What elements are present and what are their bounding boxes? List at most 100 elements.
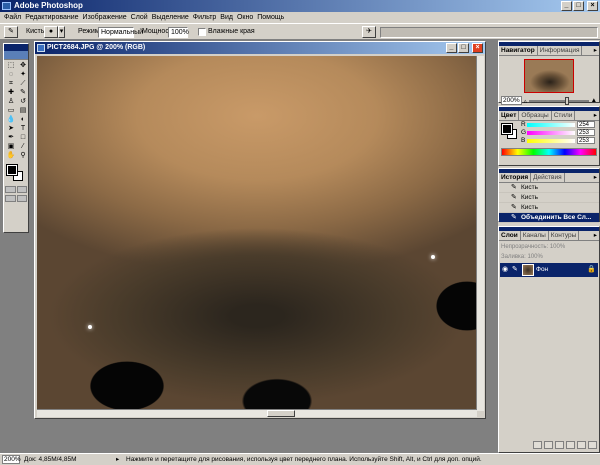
- menu-window[interactable]: Окно: [237, 12, 257, 23]
- pen-tool-icon[interactable]: ✒: [5, 133, 17, 142]
- standard-mode-icon[interactable]: [5, 186, 16, 193]
- move-tool-icon[interactable]: ✥: [17, 61, 29, 70]
- type-tool-icon[interactable]: T: [17, 124, 29, 133]
- document-title-bar[interactable]: PICT2684.JPG @ 200% (RGB) _ □ ×: [35, 42, 485, 54]
- color-spectrum-ramp[interactable]: [501, 148, 597, 156]
- tab-layers[interactable]: Слои: [499, 231, 521, 240]
- hand-tool-icon[interactable]: ✋: [5, 151, 17, 160]
- tab-navigator[interactable]: Навигатор: [499, 46, 538, 55]
- vertical-scrollbar[interactable]: [476, 56, 484, 411]
- lasso-tool-icon[interactable]: ◌: [5, 70, 17, 79]
- healing-brush-tool-icon[interactable]: ✚: [5, 88, 17, 97]
- navigator-zoom-slider-knob[interactable]: [564, 96, 569, 105]
- notes-tool-icon[interactable]: ▣: [5, 142, 17, 151]
- foreground-color-swatch[interactable]: [6, 164, 18, 176]
- document-minimize-button[interactable]: _: [446, 43, 457, 53]
- status-zoom-input[interactable]: 200%: [2, 455, 21, 464]
- menu-view[interactable]: Вид: [220, 12, 237, 23]
- gradient-tool-icon[interactable]: ▤: [17, 106, 29, 115]
- menu-select[interactable]: Выделение: [152, 12, 193, 23]
- mode-select[interactable]: Нормальный: [98, 27, 143, 38]
- crop-tool-icon[interactable]: ⌗: [5, 79, 17, 88]
- zoom-in-icon[interactable]: ▲: [591, 97, 597, 104]
- delete-layer-icon[interactable]: [588, 441, 597, 449]
- add-mask-icon[interactable]: [544, 441, 553, 449]
- history-panel-menu-arrow-icon[interactable]: ▸: [594, 173, 599, 182]
- maximize-button[interactable]: □: [573, 1, 584, 11]
- menu-image[interactable]: Изображение: [83, 12, 131, 23]
- magic-wand-tool-icon[interactable]: ✦: [17, 70, 29, 79]
- tab-info[interactable]: Информация: [538, 46, 583, 55]
- full-screen-mode-icon[interactable]: [16, 195, 27, 202]
- eyedropper-tool-icon[interactable]: ⁄: [17, 142, 29, 151]
- menu-help[interactable]: Помощь: [257, 12, 288, 23]
- horizontal-scroll-thumb[interactable]: [267, 410, 295, 417]
- menu-file[interactable]: Файл: [4, 12, 25, 23]
- tab-channels[interactable]: Каналы: [521, 231, 549, 240]
- color-channel-value[interactable]: 253: [577, 137, 595, 144]
- layer-row[interactable]: ◉ ✎ Фон 🔒: [500, 263, 598, 277]
- history-item[interactable]: ✎ Объединить Все Сл...: [499, 213, 599, 223]
- history-item[interactable]: ✎ Кисть: [499, 183, 599, 193]
- new-layer-icon[interactable]: [577, 441, 586, 449]
- tab-paths[interactable]: Контуры: [549, 231, 580, 240]
- panel-menu-arrow-icon[interactable]: ▸: [594, 46, 599, 55]
- document-close-button[interactable]: ×: [472, 43, 483, 53]
- tab-actions[interactable]: Действия: [531, 173, 565, 182]
- brush-size-dropdown-arrow-icon[interactable]: ▾: [58, 26, 65, 38]
- eraser-tool-icon[interactable]: ▭: [5, 106, 17, 115]
- tab-styles[interactable]: Стили: [552, 111, 576, 120]
- shape-tool-icon[interactable]: □: [17, 133, 29, 142]
- add-layer-style-icon[interactable]: [533, 441, 542, 449]
- tab-history[interactable]: История: [499, 173, 532, 182]
- brush-size-picker[interactable]: ●: [44, 26, 58, 38]
- history-item[interactable]: ✎ Кисть: [499, 193, 599, 203]
- new-set-icon[interactable]: [555, 441, 564, 449]
- menu-edit[interactable]: Редактирование: [25, 12, 82, 23]
- new-adjustment-layer-icon[interactable]: [566, 441, 575, 449]
- path-selection-tool-icon[interactable]: ➤: [5, 124, 17, 133]
- horizontal-scrollbar[interactable]: [37, 409, 477, 417]
- color-channel-value[interactable]: 254: [577, 121, 595, 128]
- quick-mask-mode-icon[interactable]: [16, 186, 27, 193]
- navigator-preview[interactable]: [524, 59, 574, 93]
- zoom-out-icon[interactable]: ▵: [524, 97, 527, 105]
- dodge-tool-icon[interactable]: ◐: [17, 115, 29, 124]
- color-channel-slider[interactable]: [527, 139, 575, 143]
- standard-screen-mode-icon[interactable]: [5, 195, 16, 202]
- layer-visibility-eye-icon[interactable]: ◉: [502, 266, 510, 274]
- menu-layer[interactable]: Слой: [131, 12, 152, 23]
- tab-swatches[interactable]: Образцы: [519, 111, 552, 120]
- minimize-button[interactable]: _: [561, 1, 572, 11]
- brush-tool-icon[interactable]: ✎: [17, 88, 29, 97]
- document-maximize-button[interactable]: □: [458, 43, 469, 53]
- layers-panel-menu-arrow-icon[interactable]: ▸: [594, 231, 599, 240]
- slice-tool-icon[interactable]: ⟋: [17, 79, 29, 88]
- image-canvas[interactable]: [37, 56, 477, 411]
- color-channel-slider[interactable]: [527, 131, 575, 135]
- menu-filter[interactable]: Фильтр: [193, 12, 221, 23]
- wet-edges-checkbox[interactable]: [198, 28, 206, 36]
- color-channel-slider[interactable]: [527, 123, 575, 127]
- status-menu-arrow-icon[interactable]: ▸: [116, 454, 119, 465]
- close-button[interactable]: ×: [587, 1, 598, 11]
- clone-stamp-tool-icon[interactable]: ♙: [5, 97, 17, 106]
- zoom-tool-icon[interactable]: ⚲: [17, 151, 29, 160]
- marquee-tool-icon[interactable]: ⬚: [5, 61, 17, 70]
- color-panel-foreground-swatch[interactable]: [501, 123, 513, 135]
- navigator-zoom-input[interactable]: 200%: [501, 96, 522, 105]
- history-item[interactable]: ✎ Кисть: [499, 203, 599, 213]
- photoshop-logo-icon[interactable]: [4, 51, 28, 60]
- color-panel-menu-arrow-icon[interactable]: ▸: [594, 111, 599, 120]
- layer-fill-value[interactable]: 100%: [527, 254, 542, 260]
- history-brush-tool-icon[interactable]: ↺: [17, 97, 29, 106]
- toolbox-title-bar[interactable]: [4, 44, 28, 51]
- color-channel-value[interactable]: 253: [577, 129, 595, 136]
- airbrush-icon[interactable]: ✈: [362, 26, 376, 38]
- blur-tool-icon[interactable]: 💧: [5, 115, 17, 124]
- tab-color[interactable]: Цвет: [499, 111, 520, 120]
- brush-preset-icon[interactable]: ✎: [4, 26, 18, 38]
- opacity-input[interactable]: 100%: [168, 27, 189, 38]
- navigator-zoom-slider[interactable]: [528, 96, 589, 105]
- layer-opacity-value[interactable]: 100%: [550, 244, 565, 250]
